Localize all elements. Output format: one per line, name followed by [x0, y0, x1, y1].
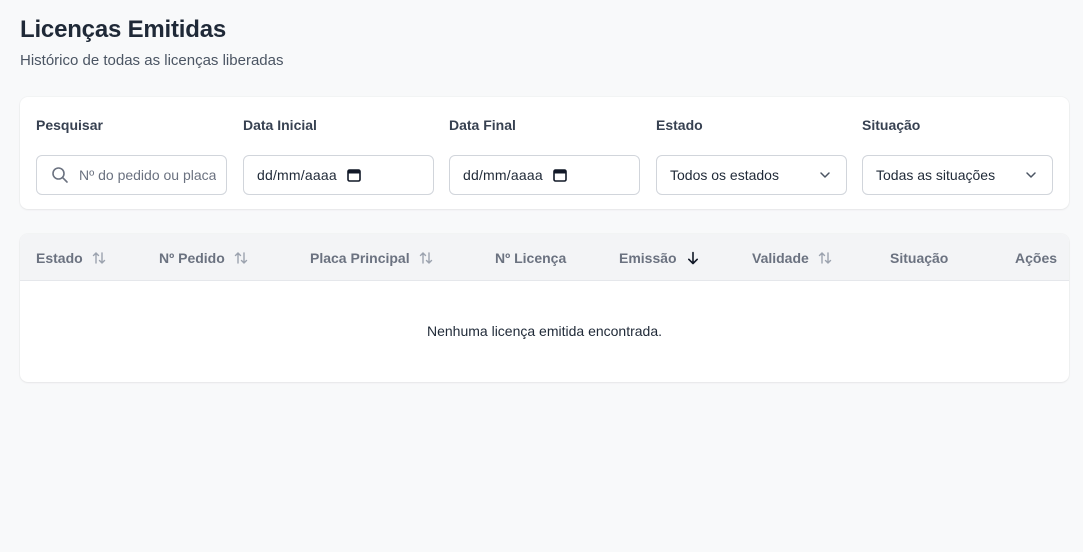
column-label: Nº Licença — [495, 249, 567, 266]
sort-both-icon — [818, 251, 832, 264]
sort-both-icon — [419, 251, 432, 264]
column-header-placa[interactable]: Placa Principal — [310, 234, 434, 281]
start-date-filter: Data Inicial dd/mm/aaaa — [243, 115, 434, 195]
calendar-icon[interactable] — [347, 168, 361, 182]
search-placeholder: Nº do pedido ou placa — [79, 167, 217, 183]
column-header-situacao: Situação — [890, 234, 948, 281]
chevron-down-icon — [1026, 172, 1036, 178]
column-header-validade[interactable]: Validade — [752, 234, 833, 281]
start-date-input[interactable]: dd/mm/aaaa — [243, 155, 434, 195]
table-header: Estado Nº Pedido Placa Principal Nº Lice… — [20, 234, 1069, 281]
search-input[interactable]: Nº do pedido ou placa — [36, 155, 227, 195]
column-label: Nº Pedido — [159, 249, 225, 266]
start-date-value: dd/mm/aaaa — [257, 167, 337, 183]
state-filter: Estado Todos os estados — [656, 115, 847, 195]
column-label: Estado — [36, 249, 83, 266]
column-label: Situação — [890, 249, 949, 266]
search-label: Pesquisar — [36, 117, 103, 133]
column-header-licenca: Nº Licença — [495, 234, 566, 281]
status-select-value: Todas as situações — [876, 167, 996, 183]
sort-both-icon — [234, 251, 247, 264]
start-date-label: Data Inicial — [243, 117, 317, 133]
column-label: Ações — [1015, 249, 1058, 266]
column-header-emissao[interactable]: Emissão — [619, 234, 701, 281]
status-filter: Situação Todas as situações — [862, 115, 1053, 195]
sort-both-icon — [92, 251, 105, 264]
filter-card: Pesquisar Nº do pedido ou placa Data Ini… — [20, 97, 1069, 209]
column-header-pedido[interactable]: Nº Pedido — [159, 234, 249, 281]
column-header-estado[interactable]: Estado — [36, 234, 107, 281]
state-select[interactable]: Todos os estados — [656, 155, 847, 195]
page-title: Licenças Emitidas — [20, 16, 227, 43]
chevron-down-icon — [820, 172, 830, 178]
end-date-filter: Data Final dd/mm/aaaa — [449, 115, 640, 195]
state-label: Estado — [656, 117, 703, 133]
search-filter: Pesquisar Nº do pedido ou placa — [36, 115, 227, 195]
page-subtitle: Histórico de todas as licenças liberadas — [20, 52, 284, 69]
end-date-value: dd/mm/aaaa — [463, 167, 543, 183]
column-label: Validade — [752, 249, 809, 266]
column-label: Placa Principal — [310, 249, 410, 266]
status-label: Situação — [862, 117, 921, 133]
state-select-value: Todos os estados — [670, 167, 779, 183]
sort-desc-icon — [687, 251, 698, 264]
end-date-input[interactable]: dd/mm/aaaa — [449, 155, 640, 195]
search-icon — [52, 167, 68, 183]
column-label: Emissão — [619, 249, 677, 266]
column-header-acoes: Ações — [1015, 234, 1057, 281]
empty-state-message: Nenhuma licença emitida encontrada. — [426, 323, 663, 339]
licenses-table: Estado Nº Pedido Placa Principal Nº Lice… — [20, 234, 1069, 382]
page: Licenças Emitidas Histórico de todas as … — [0, 0, 1083, 552]
calendar-icon[interactable] — [553, 168, 567, 182]
status-select[interactable]: Todas as situações — [862, 155, 1053, 195]
end-date-label: Data Final — [449, 117, 516, 133]
